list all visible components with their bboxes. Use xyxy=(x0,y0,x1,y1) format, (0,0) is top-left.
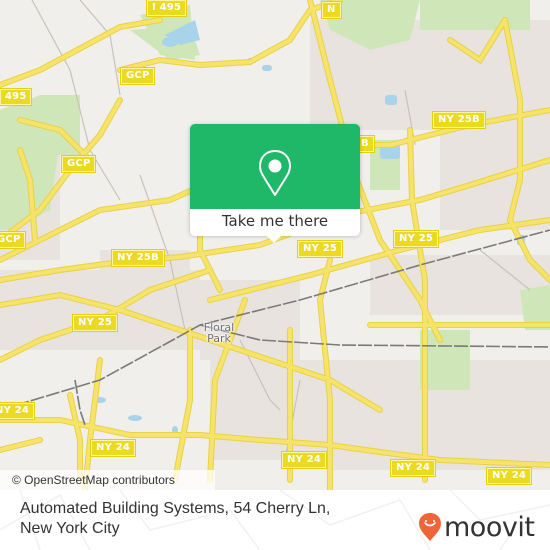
route-shield: 495 xyxy=(0,89,32,105)
map-base-layer xyxy=(0,0,550,490)
moovit-pin-icon xyxy=(419,513,441,541)
route-shield: GCP xyxy=(62,156,96,172)
route-shield: NY 25B xyxy=(112,250,164,266)
popup-pointer xyxy=(266,235,282,243)
route-shield: NY 24 xyxy=(282,452,327,468)
route-shield: NY 25 xyxy=(298,241,343,257)
brand-wordmark: moovit xyxy=(444,511,535,543)
map-pin-icon xyxy=(259,150,291,196)
route-shield: NY 24 xyxy=(391,460,436,476)
route-shield: GCP xyxy=(0,232,26,248)
popup-header xyxy=(190,124,360,209)
take-me-there-button[interactable]: Take me there xyxy=(190,209,360,236)
route-shield: NY 24 xyxy=(91,440,136,456)
route-shield: NY 25B xyxy=(433,112,485,128)
moovit-logo[interactable]: moovit xyxy=(418,511,535,543)
location-address: Automated Building Systems, 54 Cherry Ln… xyxy=(20,500,331,537)
place-label-line: Park xyxy=(207,332,231,345)
route-shield: N xyxy=(322,2,341,18)
location-popup: Take me there xyxy=(190,124,360,243)
route-shield: NY 25 xyxy=(394,231,439,247)
route-shield: I 495 xyxy=(147,0,187,16)
route-shield: NY 25 xyxy=(73,315,118,331)
footer: Automated Building Systems, 54 Cherry Ln… xyxy=(0,490,550,550)
map-view[interactable]: I 495 495 GCP GCP GCP N NY 25B B NY 25B … xyxy=(0,0,550,490)
route-shield: GCP xyxy=(121,68,155,84)
route-shield: NY 24 xyxy=(0,403,35,419)
place-label-floral-park: Floral Park xyxy=(203,322,235,344)
residential-areas xyxy=(0,20,550,470)
map-attribution[interactable]: © OpenStreetMap contributors xyxy=(0,470,215,490)
route-shield: NY 24 xyxy=(487,468,532,484)
